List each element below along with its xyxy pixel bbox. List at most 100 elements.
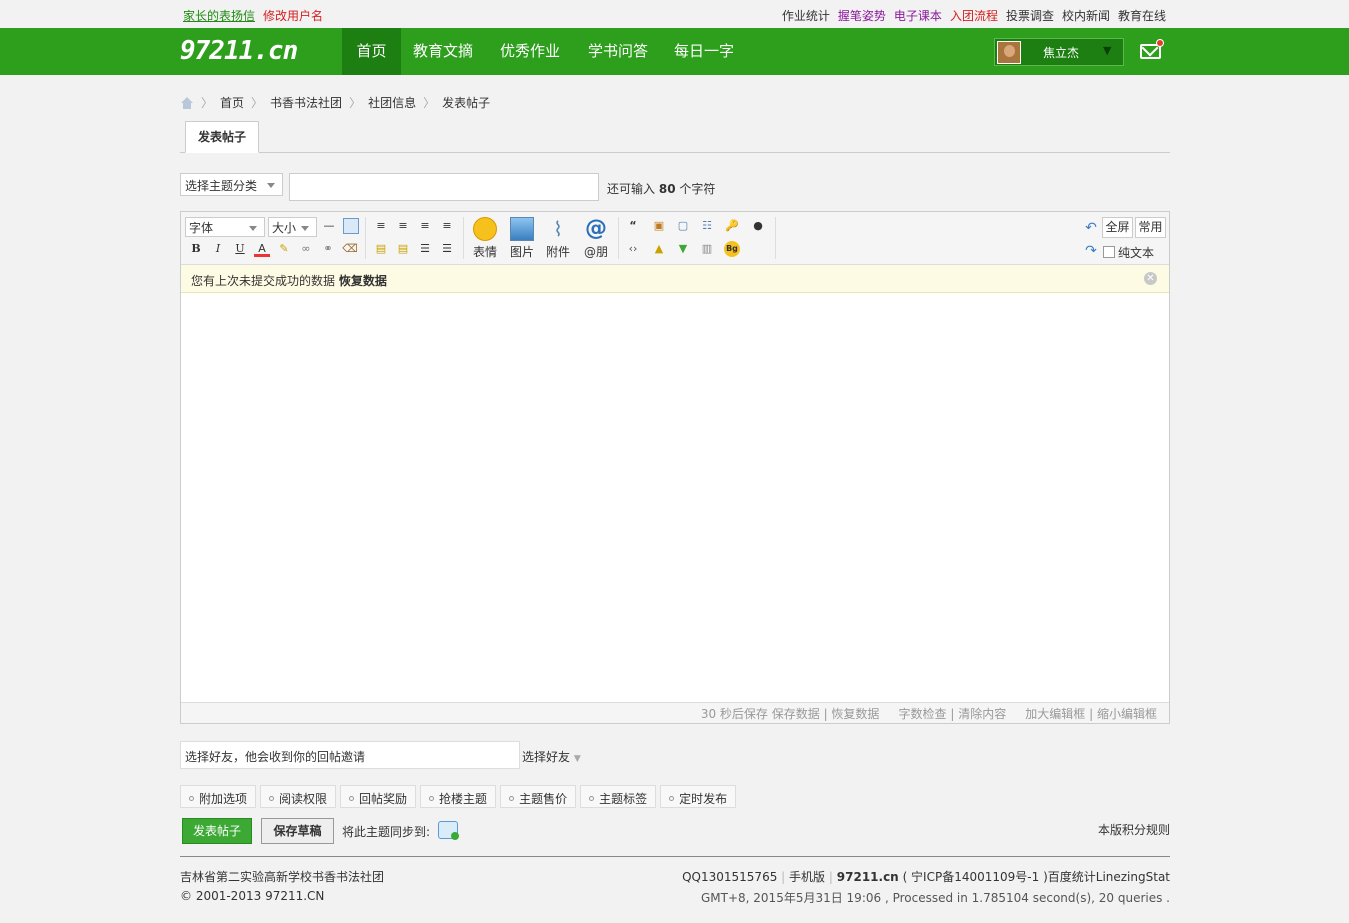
- highlight-icon[interactable]: ✎: [276, 241, 292, 257]
- background-icon[interactable]: Bg: [724, 241, 740, 257]
- code-icon[interactable]: ‹›: [625, 241, 641, 257]
- save-data-link[interactable]: 保存数据: [772, 707, 820, 721]
- italic-icon[interactable]: I: [210, 241, 226, 257]
- clear-content-link[interactable]: 清除内容: [958, 707, 1006, 721]
- post-options: 附加选项 阅读权限 回帖奖励 抢楼主题 主题售价 主题标签 定时发布: [180, 785, 737, 808]
- ordered-list-icon[interactable]: ☰: [417, 241, 433, 257]
- page-icon[interactable]: ▢: [675, 218, 691, 234]
- topic-type-select[interactable]: 选择主题分类: [180, 173, 283, 196]
- change-username-link[interactable]: 修改用户名: [263, 7, 323, 24]
- footer-runtime: GMT+8, 2015年5月31日 19:06 , Processed in 1…: [700, 891, 1170, 905]
- image-button[interactable]: 图片: [507, 217, 537, 260]
- flash-icon[interactable]: ●: [750, 218, 766, 234]
- restore-data-status-link[interactable]: 恢复数据: [831, 707, 879, 721]
- undo-icon[interactable]: ↶: [1083, 220, 1099, 236]
- save-draft-button[interactable]: 保存草稿: [261, 818, 334, 844]
- emoji-button[interactable]: 表情: [470, 217, 500, 260]
- common-button[interactable]: 常用: [1135, 217, 1166, 238]
- option-read-permission[interactable]: 阅读权限: [260, 785, 337, 808]
- mention-label: @朋: [583, 245, 608, 259]
- school-news-link[interactable]: 校内新闻: [1062, 7, 1110, 24]
- parent-praise-link[interactable]: 家长的表扬信: [183, 7, 255, 24]
- option-label: 回帖奖励: [359, 792, 408, 806]
- nav-item-digest[interactable]: 教育文摘: [406, 28, 480, 75]
- option-reply-reward[interactable]: 回帖奖励: [340, 785, 417, 808]
- table-icon[interactable]: [343, 218, 359, 234]
- option-floor-grab[interactable]: 抢楼主题: [420, 785, 497, 808]
- align-justify-icon[interactable]: ≡: [439, 218, 455, 234]
- option-schedule[interactable]: 定时发布: [660, 785, 737, 808]
- nav-item-daily-char[interactable]: 每日一字: [666, 28, 742, 75]
- at-icon: @: [585, 216, 607, 241]
- education-online-link[interactable]: 教育在线: [1118, 7, 1166, 24]
- option-extra[interactable]: 附加选项: [180, 785, 257, 808]
- circle-icon: [509, 796, 515, 801]
- emoji-label: 表情: [472, 245, 497, 259]
- pen-posture-link[interactable]: 握笔姿势: [838, 7, 886, 24]
- close-icon[interactable]: ✕: [1144, 272, 1157, 285]
- hide-icon[interactable]: ▲: [651, 241, 667, 257]
- font-select[interactable]: 字体: [185, 217, 265, 237]
- join-process-link[interactable]: 入团流程: [950, 7, 998, 24]
- link-icon[interactable]: ∞: [298, 241, 314, 257]
- bold-icon[interactable]: B: [188, 241, 204, 257]
- user-menu[interactable]: 焦立杰 ▼: [994, 38, 1124, 66]
- nav-item-home[interactable]: 首页: [342, 28, 401, 75]
- invite-friends-input[interactable]: 选择好友，他会收到你的回帖邀请: [180, 741, 520, 769]
- free-icon[interactable]: ▣: [651, 218, 667, 234]
- enlarge-editor-link[interactable]: 加大编辑框: [1025, 707, 1085, 721]
- align-right-icon[interactable]: ≡: [417, 218, 433, 234]
- fullscreen-button[interactable]: 全屏: [1102, 217, 1133, 238]
- home-icon[interactable]: [180, 96, 194, 109]
- credit-rules-link[interactable]: 本版积分规则: [1098, 821, 1170, 838]
- nav-item-excellent-work[interactable]: 优秀作业: [492, 28, 568, 75]
- redo-icon[interactable]: ↷: [1083, 243, 1099, 259]
- bullet-list-icon[interactable]: ☰: [439, 241, 455, 257]
- breadcrumb-club[interactable]: 书香书法社团: [270, 94, 342, 111]
- align-left-icon[interactable]: ≡: [373, 218, 389, 234]
- post-button[interactable]: 发表帖子: [182, 818, 252, 844]
- align-center-icon[interactable]: ≡: [395, 218, 411, 234]
- footer-domain-link[interactable]: 97211.cn: [837, 870, 899, 884]
- site-logo[interactable]: 97211.cn: [180, 36, 298, 66]
- index-icon[interactable]: ☷: [699, 218, 715, 234]
- download-icon[interactable]: ▼: [675, 241, 691, 257]
- shrink-editor-link[interactable]: 缩小编辑框: [1097, 707, 1157, 721]
- size-select[interactable]: 大小: [268, 217, 317, 237]
- subject-input[interactable]: [289, 173, 599, 201]
- attachment-button[interactable]: ⌇ 附件: [543, 217, 573, 260]
- column-icon[interactable]: ▥: [699, 241, 715, 257]
- clear-format-icon[interactable]: ⌫: [342, 241, 358, 257]
- mobile-version-link[interactable]: 手机版: [789, 870, 825, 884]
- chevron-down-icon: [301, 226, 309, 231]
- top-links-right: 作业统计 握笔姿势 电子课本 入团流程 投票调查 校内新闻 教育在线: [782, 7, 1166, 24]
- option-tags[interactable]: 主题标签: [580, 785, 657, 808]
- unlink-icon[interactable]: ⚭: [320, 241, 336, 257]
- sync-weibo-icon[interactable]: [438, 821, 459, 840]
- select-friends-dropdown[interactable]: 选择好友 ▼: [522, 748, 581, 765]
- restore-data-link[interactable]: 恢复数据: [339, 274, 387, 288]
- homework-stats-link[interactable]: 作业统计: [782, 7, 830, 24]
- select-friends-label: 选择好友: [522, 750, 571, 764]
- underline-icon[interactable]: U: [232, 241, 248, 257]
- plaintext-checkbox[interactable]: [1103, 246, 1115, 258]
- nav-item-qa[interactable]: 学书问答: [580, 28, 656, 75]
- mention-button[interactable]: @ @朋: [581, 217, 611, 260]
- quote-icon[interactable]: “: [625, 218, 641, 234]
- vote-survey-link[interactable]: 投票调查: [1006, 7, 1054, 24]
- float-left-icon[interactable]: ▤: [373, 241, 389, 257]
- breadcrumb-club-info[interactable]: 社团信息: [368, 94, 416, 111]
- copyright-site-link[interactable]: 97211.CN: [265, 889, 324, 903]
- hr-icon[interactable]: —: [321, 218, 337, 234]
- ebook-link[interactable]: 电子课本: [894, 7, 942, 24]
- float-right-icon[interactable]: ▤: [395, 241, 411, 257]
- footer-icp[interactable]: ( 宁ICP备14001109号-1 )百度统计LinezingStat: [903, 870, 1170, 884]
- tab-new-post[interactable]: 发表帖子: [185, 121, 259, 153]
- password-icon[interactable]: 🔑: [724, 218, 740, 234]
- option-price[interactable]: 主题售价: [500, 785, 577, 808]
- editor-body[interactable]: [181, 294, 1169, 702]
- font-color-icon[interactable]: A: [254, 241, 270, 257]
- word-count-link[interactable]: 字数检查: [899, 707, 947, 721]
- breadcrumb-home[interactable]: 首页: [220, 94, 244, 111]
- option-label: 定时发布: [679, 792, 728, 806]
